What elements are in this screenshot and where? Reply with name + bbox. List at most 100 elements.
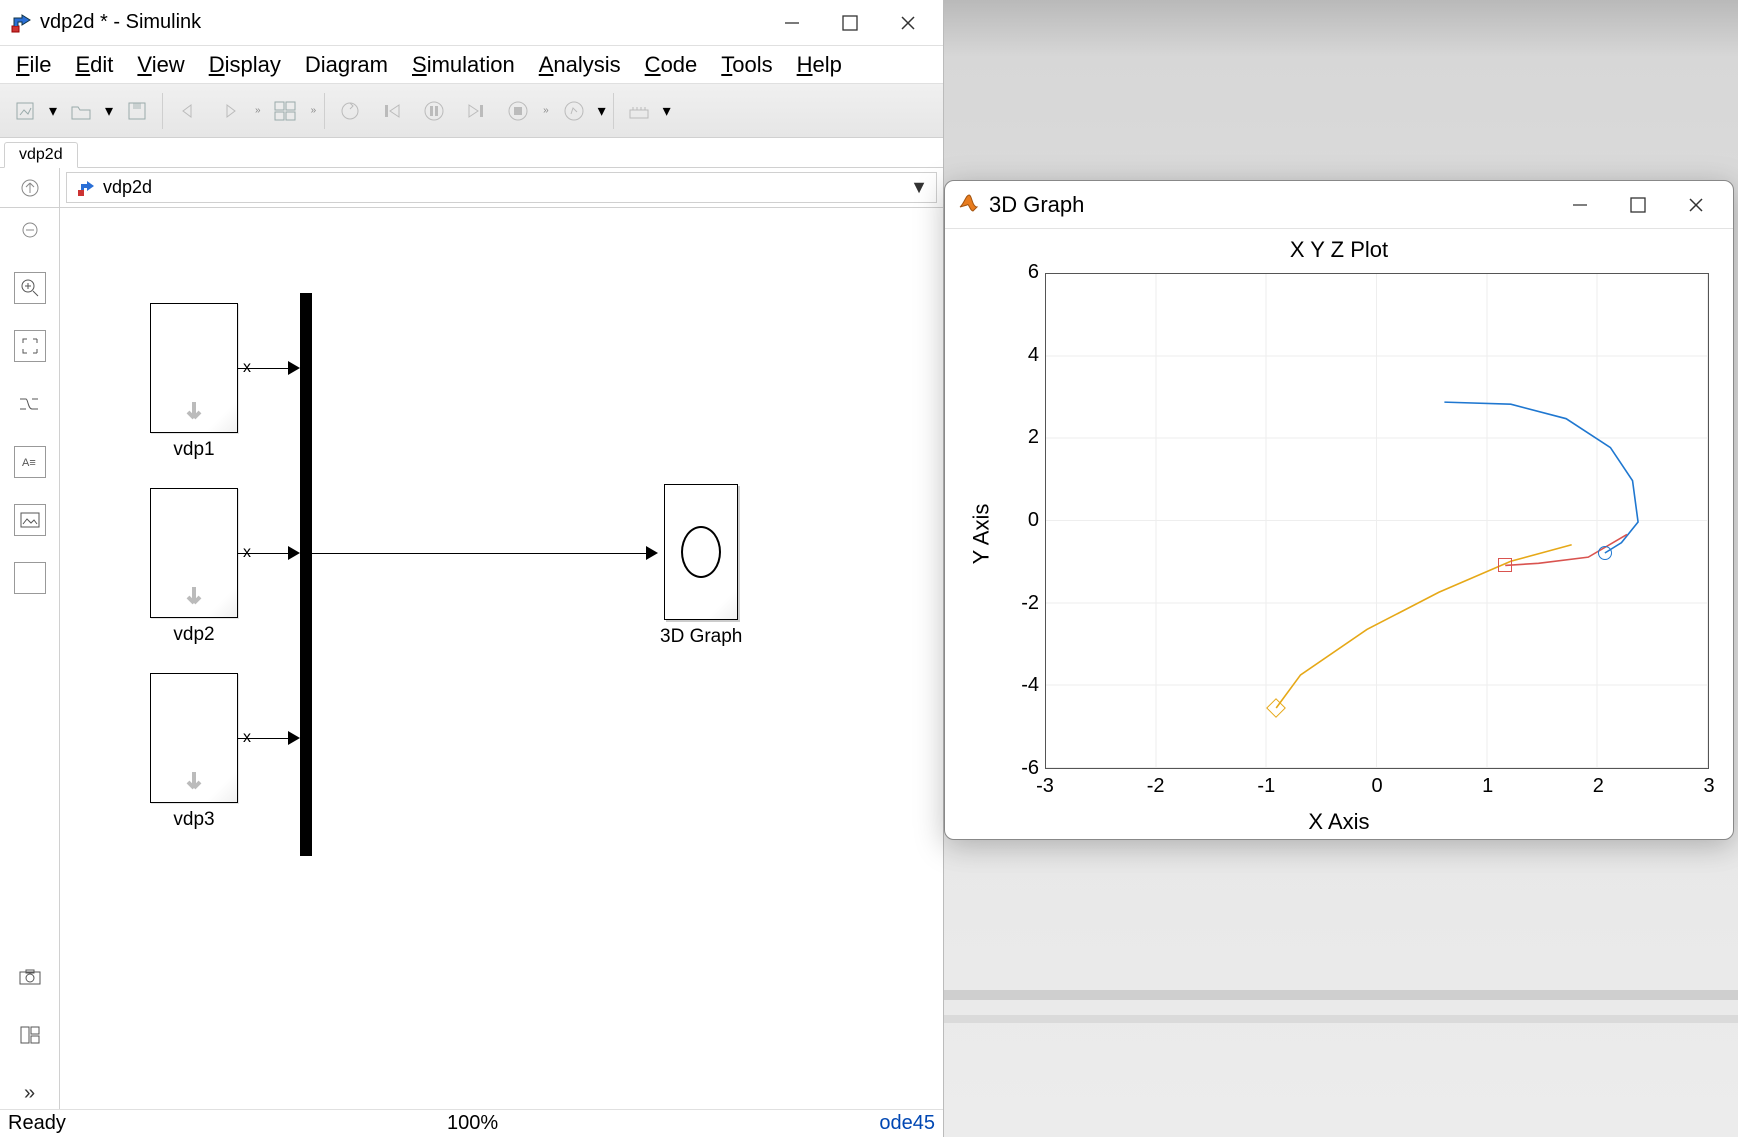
graph-window-title: 3D Graph bbox=[989, 192, 1084, 218]
screenshot-icon[interactable] bbox=[14, 961, 46, 993]
update-diagram-button[interactable] bbox=[331, 92, 369, 130]
nav-up-button[interactable] bbox=[0, 168, 60, 207]
area-tool-icon[interactable] bbox=[14, 562, 46, 594]
block-vdp1[interactable]: x vdp1 bbox=[150, 303, 238, 461]
menu-edit[interactable]: Edit bbox=[63, 50, 125, 80]
hide-palette-button[interactable] bbox=[14, 214, 46, 246]
circle-marker-icon bbox=[1598, 546, 1612, 560]
y-tick: 6 bbox=[999, 261, 1039, 284]
expand-palette-icon[interactable]: » bbox=[14, 1077, 46, 1109]
y-tick: -6 bbox=[999, 757, 1039, 780]
plot-area bbox=[1045, 273, 1709, 769]
menu-code[interactable]: Code bbox=[633, 50, 710, 80]
model-tab-bar: vdp2d bbox=[0, 138, 943, 168]
breadcrumb[interactable]: vdp2d ▼ bbox=[66, 172, 937, 203]
record-dropdown[interactable]: ▾ bbox=[595, 101, 609, 121]
x-tick: 2 bbox=[1593, 775, 1604, 798]
graph-titlebar[interactable]: 3D Graph bbox=[945, 181, 1733, 229]
model-icon bbox=[75, 177, 97, 199]
save-button[interactable] bbox=[118, 92, 156, 130]
block-vdp2-label: vdp2 bbox=[173, 624, 214, 646]
open-button[interactable] bbox=[62, 92, 100, 130]
block-vdp1-label: vdp1 bbox=[173, 439, 214, 461]
menu-diagram[interactable]: Diagram bbox=[293, 50, 400, 80]
overflow-1[interactable]: » bbox=[251, 105, 265, 116]
step-forward-button[interactable] bbox=[457, 92, 495, 130]
library-browser-button[interactable] bbox=[267, 92, 305, 130]
model-browser-icon[interactable] bbox=[14, 1019, 46, 1051]
back-button[interactable] bbox=[169, 92, 207, 130]
menu-simulation[interactable]: Simulation bbox=[400, 50, 527, 80]
subsystem-arrow-icon bbox=[180, 768, 208, 796]
build-button[interactable] bbox=[620, 92, 658, 130]
arrowhead-icon bbox=[288, 731, 300, 745]
toggle-sample-time-icon[interactable] bbox=[14, 388, 46, 420]
step-back-button[interactable] bbox=[373, 92, 411, 130]
wire bbox=[238, 553, 290, 554]
arrowhead-icon bbox=[646, 546, 658, 560]
maximize-button[interactable] bbox=[821, 1, 879, 45]
menu-help[interactable]: Help bbox=[785, 50, 854, 80]
maximize-button[interactable] bbox=[1609, 196, 1667, 214]
window-title: vdp2d * - Simulink bbox=[40, 11, 201, 34]
close-button[interactable] bbox=[1667, 196, 1725, 214]
block-vdp2[interactable]: x vdp2 bbox=[150, 488, 238, 646]
mux-block[interactable] bbox=[300, 293, 312, 856]
image-tool-icon[interactable] bbox=[14, 504, 46, 536]
subsystem-arrow-icon bbox=[180, 398, 208, 426]
block-3d-graph-label: 3D Graph bbox=[660, 626, 742, 648]
status-solver[interactable]: ode45 bbox=[879, 1112, 935, 1135]
annotation-tool-icon[interactable]: A≡ bbox=[14, 446, 46, 478]
square-marker-icon bbox=[1498, 558, 1512, 572]
graph-oval-icon bbox=[681, 526, 721, 578]
graph-window: 3D Graph X Y Z Plot Y Axis X Axis -6-4-2… bbox=[944, 180, 1734, 840]
pause-button[interactable] bbox=[415, 92, 453, 130]
wire bbox=[238, 738, 290, 739]
menu-file[interactable]: File bbox=[4, 50, 63, 80]
minimize-button[interactable] bbox=[763, 1, 821, 45]
open-dropdown[interactable]: ▾ bbox=[102, 101, 116, 121]
y-tick: -2 bbox=[999, 592, 1039, 615]
x-tick: 1 bbox=[1482, 775, 1493, 798]
menu-analysis[interactable]: Analysis bbox=[527, 50, 633, 80]
forward-button[interactable] bbox=[211, 92, 249, 130]
breadcrumb-dropdown[interactable]: ▼ bbox=[910, 177, 928, 198]
zoom-in-icon[interactable] bbox=[14, 272, 46, 304]
stop-button[interactable] bbox=[499, 92, 537, 130]
y-tick: 2 bbox=[999, 426, 1039, 449]
x-tick: -2 bbox=[1147, 775, 1165, 798]
x-tick: -3 bbox=[1036, 775, 1054, 798]
x-tick: -1 bbox=[1257, 775, 1275, 798]
model-canvas[interactable]: x vdp1 x vdp2 bbox=[60, 208, 943, 1109]
simulink-titlebar[interactable]: vdp2d * - Simulink bbox=[0, 0, 943, 46]
build-dropdown[interactable]: ▾ bbox=[660, 101, 674, 121]
minimize-button[interactable] bbox=[1551, 196, 1609, 214]
status-ready: Ready bbox=[8, 1112, 66, 1135]
overflow-2[interactable]: » bbox=[307, 105, 321, 116]
close-button[interactable] bbox=[879, 1, 937, 45]
chart-title: X Y Z Plot bbox=[945, 237, 1733, 263]
record-button[interactable] bbox=[555, 92, 593, 130]
x-tick: 3 bbox=[1703, 775, 1714, 798]
simulink-window: vdp2d * - Simulink File Edit View Displa… bbox=[0, 0, 944, 1137]
menu-display[interactable]: Display bbox=[197, 50, 293, 80]
menubar: File Edit View Display Diagram Simulatio… bbox=[0, 46, 943, 84]
chart: X Y Z Plot Y Axis X Axis -6-4-20246-3-2-… bbox=[945, 229, 1733, 839]
overflow-3[interactable]: » bbox=[539, 105, 553, 116]
fit-to-view-icon[interactable] bbox=[14, 330, 46, 362]
new-dropdown[interactable]: ▾ bbox=[46, 101, 60, 121]
status-zoom[interactable]: 100% bbox=[447, 1112, 498, 1135]
arrowhead-icon bbox=[288, 546, 300, 560]
menu-view[interactable]: View bbox=[125, 50, 196, 80]
y-tick: 4 bbox=[999, 344, 1039, 367]
block-vdp3[interactable]: x vdp3 bbox=[150, 673, 238, 831]
tab-vdp2d[interactable]: vdp2d bbox=[4, 142, 78, 168]
block-3d-graph[interactable]: 3D Graph bbox=[660, 484, 742, 648]
menu-tools[interactable]: Tools bbox=[709, 50, 784, 80]
x-tick: 0 bbox=[1371, 775, 1382, 798]
toolbar: ▾ ▾ » » bbox=[0, 84, 943, 138]
arrowhead-icon bbox=[288, 361, 300, 375]
x-axis-label: X Axis bbox=[945, 809, 1733, 835]
new-model-button[interactable] bbox=[6, 92, 44, 130]
y-tick: -4 bbox=[999, 674, 1039, 697]
